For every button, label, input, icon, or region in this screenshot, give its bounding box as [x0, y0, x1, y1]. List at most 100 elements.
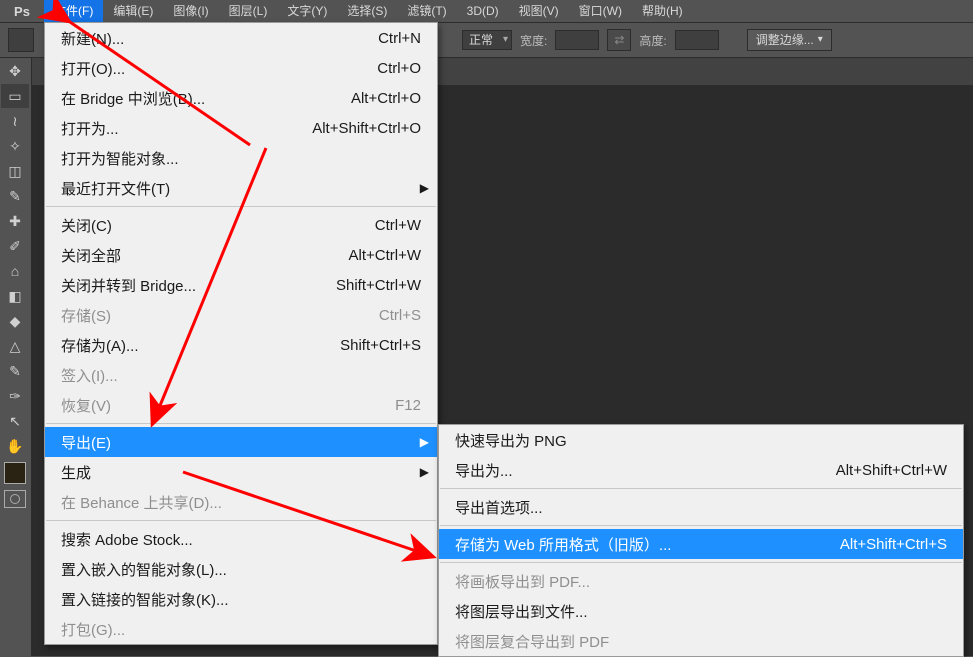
crop-tool[interactable]: ◫: [1, 159, 29, 183]
file-label-16: 生成: [61, 462, 421, 483]
tool-preset[interactable]: [8, 28, 34, 52]
file-menu: 新建(N)...Ctrl+N 打开(O)... Ctrl+O 在 Bridge 中浏览…: [44, 22, 438, 645]
file-item-3[interactable]: 打开为... Alt+Shift+Ctrl+O: [45, 113, 437, 143]
bucket-tool[interactable]: ◆: [1, 309, 29, 333]
pen-tool[interactable]: ✑: [1, 384, 29, 408]
file-label-2: 在 Bridge 中浏览(B)...: [61, 88, 311, 109]
export-item-1[interactable]: 导出为...Alt+Shift+Ctrl+W: [439, 455, 963, 485]
export-shortcut-5: Alt+Shift+Ctrl+S: [840, 536, 947, 553]
file-item-12: 签入(I)...: [45, 360, 437, 390]
marquee-tool[interactable]: ▭: [1, 84, 29, 108]
file-item-5[interactable]: 最近打开文件(T)▶: [45, 173, 437, 203]
file-label-19: 搜索 Adobe Stock...: [61, 529, 421, 550]
menu-4[interactable]: 文字(Y): [277, 0, 337, 22]
file-item-2[interactable]: 在 Bridge 中浏览(B)... Alt+Ctrl+O: [45, 83, 437, 113]
menu-8[interactable]: 视图(V): [509, 0, 569, 22]
export-item-7: 将画板导出到 PDF...: [439, 566, 963, 596]
file-label-17: 在 Behance 上共享(D)...: [61, 492, 421, 513]
file-item-10: 存储(S) Ctrl+S: [45, 300, 437, 330]
file-label-9: 关闭并转到 Bridge...: [61, 275, 296, 296]
file-item-16[interactable]: 生成▶: [45, 457, 437, 487]
quickmask-icon[interactable]: [4, 490, 26, 508]
export-label-9: 将图层复合导出到 PDF: [455, 631, 947, 652]
export-sep-6: [440, 562, 962, 563]
file-shortcut-0: Ctrl+N: [378, 30, 421, 47]
file-sep-6: [46, 206, 436, 207]
mode-combo[interactable]: 正常: [462, 29, 512, 51]
menu-6[interactable]: 滤镜(T): [397, 0, 456, 22]
file-label-4: 打开为智能对象...: [61, 148, 421, 169]
file-item-15[interactable]: 导出(E)▶: [45, 427, 437, 457]
refine-edge-button[interactable]: 调整边缘...: [747, 29, 832, 51]
file-label-5: 最近打开文件(T): [61, 178, 421, 199]
eyedrop-tool[interactable]: ✎: [1, 184, 29, 208]
file-label-3: 打开为...: [61, 118, 272, 139]
menu-2[interactable]: 图像(I): [163, 0, 218, 22]
export-sep-4: [440, 525, 962, 526]
stamp-tool[interactable]: ⌂: [1, 259, 29, 283]
file-item-9[interactable]: 关闭并转到 Bridge... Shift+Ctrl+W: [45, 270, 437, 300]
file-item-8[interactable]: 关闭全部Alt+Ctrl+W: [45, 240, 437, 270]
file-label-11: 存储为(A)...: [61, 335, 300, 356]
menu-0[interactable]: 文件(F): [44, 0, 103, 22]
export-item-5[interactable]: 存储为 Web 所用格式（旧版）... Alt+Shift+Ctrl+S: [439, 529, 963, 559]
file-label-20: 置入嵌入的智能对象(L)...: [61, 559, 421, 580]
file-item-1[interactable]: 打开(O)... Ctrl+O: [45, 53, 437, 83]
file-label-10: 存储(S): [61, 305, 339, 326]
menu-3[interactable]: 图层(L): [219, 0, 278, 22]
file-shortcut-13: F12: [395, 397, 421, 414]
height-input[interactable]: [675, 30, 719, 50]
file-item-7[interactable]: 关闭(C)Ctrl+W: [45, 210, 437, 240]
menu-7[interactable]: 3D(D): [457, 0, 509, 22]
file-item-22: 打包(G)...: [45, 614, 437, 644]
export-label-8: 将图层导出到文件...: [455, 601, 947, 622]
brush-tool[interactable]: ✐: [1, 234, 29, 258]
file-sep-18: [46, 520, 436, 521]
file-label-13: 恢复(V): [61, 395, 355, 416]
menu-9[interactable]: 窗口(W): [569, 0, 632, 22]
clone-tool[interactable]: ✎: [1, 359, 29, 383]
file-shortcut-2: Alt+Ctrl+O: [351, 90, 421, 107]
hand-tool[interactable]: ✋: [1, 434, 29, 458]
export-item-0[interactable]: 快速导出为 PNG: [439, 425, 963, 455]
menu-5[interactable]: 选择(S): [337, 0, 397, 22]
file-shortcut-10: Ctrl+S: [379, 307, 421, 324]
menu-10[interactable]: 帮助(H): [632, 0, 693, 22]
height-label: 高度:: [639, 32, 666, 49]
export-item-3[interactable]: 导出首选项...: [439, 492, 963, 522]
swap-icon[interactable]: ⇄: [607, 29, 631, 51]
menubar: Ps 文件(F)编辑(E)图像(I)图层(L)文字(Y)选择(S)滤镜(T)3D…: [0, 0, 973, 22]
export-item-9: 将图层复合导出到 PDF: [439, 626, 963, 656]
file-shortcut-9: Shift+Ctrl+W: [336, 277, 421, 294]
wand-tool[interactable]: ✧: [1, 134, 29, 158]
file-shortcut-3: Alt+Shift+Ctrl+O: [312, 120, 421, 137]
chevron-right-icon: ▶: [420, 435, 429, 449]
pointer-tool[interactable]: ↖: [1, 409, 29, 433]
menu-1[interactable]: 编辑(E): [103, 0, 163, 22]
width-input[interactable]: [555, 30, 599, 50]
export-item-8[interactable]: 将图层导出到文件...: [439, 596, 963, 626]
toolbox: ✥▭≀✧◫✎✚✐⌂◧◆△✎✑↖✋: [0, 58, 32, 656]
export-label-5: 存储为 Web 所用格式（旧版）...: [455, 534, 800, 555]
export-sep-2: [440, 488, 962, 489]
lasso-tool[interactable]: ≀: [1, 109, 29, 133]
move-tool[interactable]: ✥: [1, 59, 29, 83]
file-item-4[interactable]: 打开为智能对象...: [45, 143, 437, 173]
file-label-1: 打开(O)...: [61, 58, 337, 79]
export-label-1: 导出为...: [455, 460, 796, 481]
file-item-0[interactable]: 新建(N)...Ctrl+N: [45, 23, 437, 53]
file-label-7: 关闭(C): [61, 215, 335, 236]
file-shortcut-1: Ctrl+O: [377, 60, 421, 77]
file-item-11[interactable]: 存储为(A)...Shift+Ctrl+S: [45, 330, 437, 360]
app-logo: Ps: [0, 0, 44, 22]
file-item-21[interactable]: 置入链接的智能对象(K)...: [45, 584, 437, 614]
heal-tool[interactable]: ✚: [1, 209, 29, 233]
color-swatch[interactable]: [4, 462, 26, 484]
file-label-15: 导出(E): [61, 432, 421, 453]
blur-tool[interactable]: △: [1, 334, 29, 358]
eraser-tool[interactable]: ◧: [1, 284, 29, 308]
file-item-20[interactable]: 置入嵌入的智能对象(L)...: [45, 554, 437, 584]
file-label-8: 关闭全部: [61, 245, 308, 266]
chevron-right-icon: ▶: [420, 465, 429, 479]
file-item-19[interactable]: 搜索 Adobe Stock...: [45, 524, 437, 554]
